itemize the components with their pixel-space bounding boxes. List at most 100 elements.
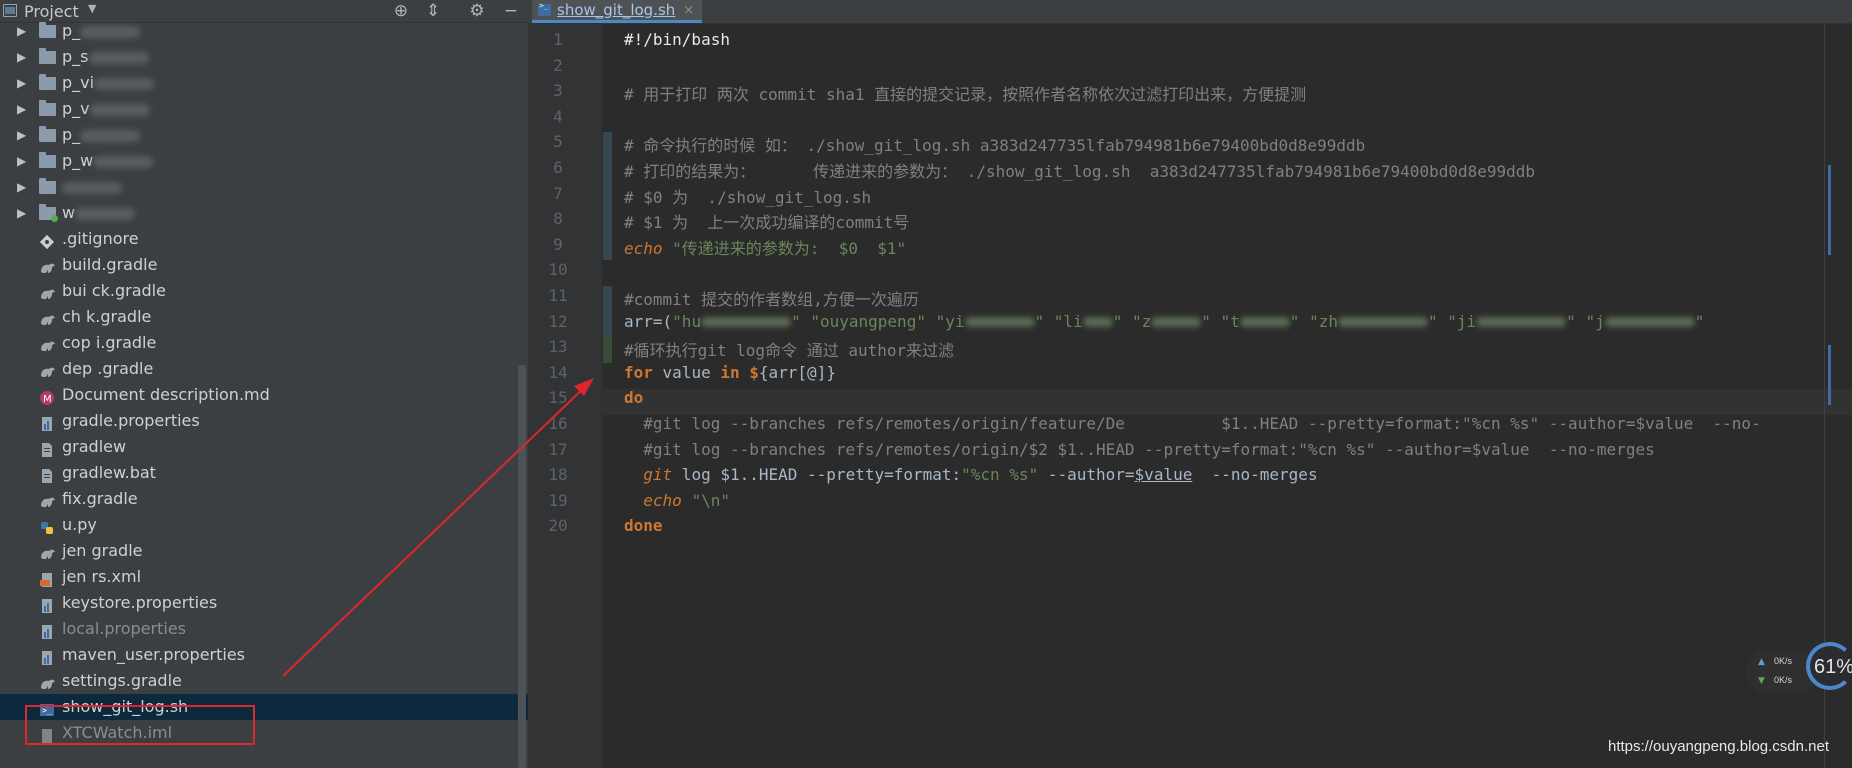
tree-item[interactable]: local.properties	[0, 616, 528, 642]
tab-show-git-log[interactable]: show_git_log.sh ×	[532, 0, 703, 23]
tree-item[interactable]: .gitignore	[0, 226, 528, 252]
gradle-icon	[39, 544, 57, 560]
code-line[interactable]: #循环执行git log命令 通过 author来过滤	[624, 337, 954, 361]
properties-file-icon	[39, 622, 57, 639]
expand-arrow-icon[interactable]: ▶	[17, 44, 26, 70]
download-speed: 0K/s	[1774, 675, 1793, 685]
tree-item[interactable]: gradle.properties	[0, 408, 528, 434]
gradle-icon	[39, 492, 57, 508]
tree-item[interactable]: settings.gradle	[0, 668, 528, 694]
code-line[interactable]: #git log --branches refs/remotes/origin/…	[624, 414, 1760, 433]
code-line[interactable]: echo "传递进来的参数为: $0 $1"	[624, 235, 906, 259]
line-number: 18	[548, 465, 568, 485]
svg-text:M: M	[43, 394, 52, 405]
tree-item-label: maven_user.properties	[62, 645, 246, 664]
code-line[interactable]: # 命令执行的时候 如： ./show_git_log.sh a383d2477…	[624, 132, 1365, 156]
upload-speed: 0K/s	[1774, 656, 1793, 666]
tree-item[interactable]: XTCWatch.iml	[0, 720, 528, 746]
folder-icon	[39, 152, 56, 168]
tree-item[interactable]: keystore.properties	[0, 590, 528, 616]
redacted-text	[89, 103, 150, 116]
tree-item[interactable]: ▶	[0, 174, 528, 200]
tree-item-label: fix.gradle	[62, 489, 138, 508]
tree-item[interactable]: gradlew	[0, 434, 528, 460]
code-line[interactable]: for value in ${arr[@]}	[624, 363, 836, 382]
code-line[interactable]: do	[624, 388, 643, 407]
redacted-text	[80, 129, 141, 142]
close-icon[interactable]: ×	[683, 3, 694, 18]
tree-item[interactable]: gradlew.bat	[0, 460, 528, 486]
line-number: 13	[548, 337, 568, 357]
network-speed-widget: ▲ 0K/s ▼ 0K/s 61%	[1746, 642, 1852, 696]
chevron-down-icon[interactable]: ▼	[88, 2, 96, 15]
tree-item[interactable]: ▶ p_s	[0, 44, 528, 70]
tree-item[interactable]: ▶ p_w	[0, 148, 528, 174]
tree-item[interactable]: dep .gradle	[0, 356, 528, 382]
code-line[interactable]: done	[624, 516, 663, 535]
tree-item[interactable]: >_ show_git_log.sh	[0, 694, 528, 720]
tree-item[interactable]: fix.gradle	[0, 486, 528, 512]
text-file-icon	[39, 466, 57, 483]
tree-item-label: p_s	[62, 44, 149, 70]
tree-item-label	[62, 174, 122, 200]
gradle-icon	[39, 284, 57, 300]
vcs-change-marker[interactable]	[603, 132, 612, 261]
tree-item[interactable]: u.py	[0, 512, 528, 538]
code-line[interactable]: # 打印的结果为： 传递进来的参数为： ./show_git_log.sh a3…	[624, 158, 1535, 182]
tree-item-label: keystore.properties	[62, 593, 218, 612]
expand-arrow-icon[interactable]: ▶	[17, 174, 26, 200]
expand-arrow-icon[interactable]: ▶	[17, 148, 26, 174]
tree-item[interactable]: bui ck.gradle	[0, 278, 528, 304]
expand-arrow-icon[interactable]: ▶	[17, 96, 26, 122]
tree-item[interactable]: ch k.gradle	[0, 304, 528, 330]
folder-icon	[39, 48, 56, 64]
shell-script-icon: >_	[39, 700, 57, 716]
tree-item[interactable]: ▶ p_	[0, 18, 528, 44]
tree-item[interactable]: ▶ p_vi	[0, 70, 528, 96]
xml-icon	[39, 570, 57, 587]
code-line[interactable]: arr=("hu " "ouyangpeng" "yi " "li " "z " "t "…	[624, 312, 1704, 331]
code-line[interactable]: echo "\n"	[624, 491, 730, 510]
line-number: 14	[548, 362, 568, 382]
tree-item-label: dep .gradle	[62, 359, 154, 378]
tree-item[interactable]: cop i.gradle	[0, 330, 528, 356]
line-number: 12	[548, 311, 568, 331]
vcs-change-marker[interactable]	[603, 337, 612, 363]
tree-item[interactable]: ▶ w	[0, 200, 528, 226]
markdown-icon: M	[39, 388, 57, 405]
tree-item[interactable]: M Document description.md	[0, 382, 528, 408]
expand-arrow-icon[interactable]: ▶	[17, 200, 26, 226]
expand-arrow-icon[interactable]: ▶	[17, 70, 26, 96]
line-number: 2	[553, 55, 563, 75]
tab-label: show_git_log.sh	[557, 1, 676, 19]
tree-item-label: p_w	[62, 148, 154, 174]
expand-arrow-icon[interactable]: ▶	[17, 18, 26, 44]
code-line[interactable]: #!/bin/bash	[624, 30, 730, 49]
line-number-gutter: 1 2 3 4 5 6 7 8 9 10 11 12 13 14 15 16 17 18 19 20	[528, 24, 602, 768]
code-line[interactable]: git log $1..HEAD --pretty=format:"%cn %s…	[624, 465, 1317, 484]
code-line[interactable]: #git log --branches refs/remotes/origin/…	[624, 440, 1654, 459]
code-line[interactable]: # $1 为 上一次成功编译的commit号	[624, 209, 909, 233]
tree-item-label: ch k.gradle	[62, 307, 152, 326]
tree-item[interactable]: jen rs.xml	[0, 564, 528, 590]
folder-icon	[39, 100, 56, 116]
line-number: 15	[548, 388, 568, 408]
tree-item[interactable]: ▶ p_v	[0, 96, 528, 122]
code-line[interactable]: # 用于打印 两次 commit sha1 直接的提交记录，按照作者名称依次过滤…	[624, 81, 1306, 105]
module-file-icon	[39, 726, 57, 743]
tree-item[interactable]: build.gradle	[0, 252, 528, 278]
tree-item[interactable]: jen gradle	[0, 538, 528, 564]
code-line[interactable]: #commit 提交的作者数组,方便一次遍历	[624, 286, 919, 310]
tree-item-label: .gitignore	[62, 229, 139, 248]
tree-item-label: jen gradle	[62, 541, 143, 560]
expand-arrow-icon[interactable]: ▶	[17, 122, 26, 148]
project-tree-scrollbar[interactable]	[518, 365, 526, 768]
tree-item[interactable]: maven_user.properties	[0, 642, 528, 668]
tree-item-label: gradlew	[62, 437, 127, 456]
redacted-text	[75, 207, 136, 220]
tree-item-label: XTCWatch.iml	[62, 723, 173, 742]
code-line[interactable]: # $0 为 ./show_git_log.sh	[624, 184, 871, 208]
tree-item[interactable]: ▶ p_	[0, 122, 528, 148]
tree-item-label: gradlew.bat	[62, 463, 156, 482]
tree-item-label: w	[62, 200, 136, 226]
